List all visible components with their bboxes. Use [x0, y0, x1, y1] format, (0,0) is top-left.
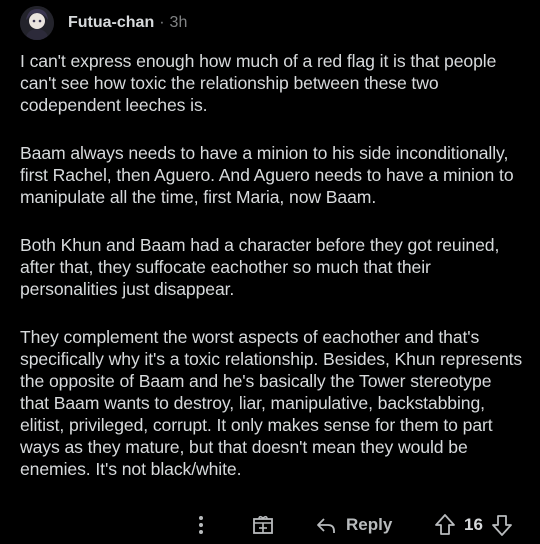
- reply-button[interactable]: Reply: [316, 510, 392, 540]
- comment-paragraph: Baam always needs to have a minion to hi…: [20, 143, 514, 207]
- reply-label: Reply: [346, 515, 393, 534]
- upvote-arrow-icon[interactable]: [434, 510, 456, 540]
- comment-paragraph: I can't express enough how much of a red…: [20, 51, 497, 115]
- comment-header: Futua-chan · 3h: [20, 6, 187, 40]
- comment-timestamp: 3h: [169, 14, 188, 31]
- author-name[interactable]: Futua-chan: [68, 14, 154, 32]
- award-gift-icon: [253, 515, 273, 534]
- avatar-image-icon: [20, 6, 54, 40]
- comment-paragraph: Both Khun and Baam had a character befor…: [20, 235, 500, 299]
- comment-actions: Reply 16: [0, 510, 540, 540]
- more-vertical-icon: [199, 516, 203, 534]
- avatar[interactable]: [20, 6, 54, 40]
- comment: Futua-chan · 3h I can't express enough h…: [0, 0, 540, 544]
- comment-paragraph: They complement the worst aspects of eac…: [20, 327, 523, 479]
- reply-arrow-icon: [317, 518, 335, 533]
- meta-separator: ·: [159, 14, 165, 31]
- comment-body: I can't express enough how much of a red…: [20, 50, 525, 506]
- downvote-arrow-icon[interactable]: [491, 510, 513, 540]
- vote-control: 16: [434, 510, 513, 540]
- more-options-button[interactable]: [192, 510, 210, 540]
- vote-count: 16: [464, 515, 483, 534]
- award-button[interactable]: [250, 510, 276, 540]
